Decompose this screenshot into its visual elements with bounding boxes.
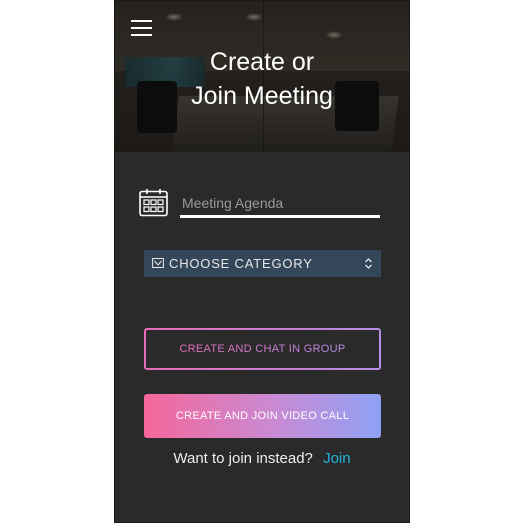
menu-icon[interactable]	[131, 20, 152, 36]
calendar-icon	[139, 189, 168, 217]
join-instead-row: Want to join instead? Join	[115, 450, 409, 468]
create-video-call-label: CREATE AND JOIN VIDEO CALL	[175, 410, 350, 422]
header-background-image: Create or Join Meeting	[115, 1, 409, 152]
agenda-field-row	[139, 188, 384, 218]
category-select-label: CHOOSE CATEGORY	[169, 256, 313, 271]
agenda-underline	[180, 215, 380, 218]
meeting-agenda-input[interactable]	[180, 192, 384, 214]
category-icon	[152, 258, 164, 268]
app-screen: Create or Join Meeting CHOOSE CATEGORY	[114, 0, 410, 523]
updown-chevron-icon	[365, 258, 372, 269]
page-title: Create or Join Meeting	[115, 45, 409, 113]
create-chat-group-button[interactable]: CREATE AND CHAT IN GROUP	[144, 328, 381, 370]
join-prompt-text: Want to join instead?	[173, 450, 313, 467]
create-chat-group-label: CREATE AND CHAT IN GROUP	[179, 343, 346, 355]
title-line-2: Join Meeting	[191, 82, 333, 110]
join-link[interactable]: Join	[323, 450, 351, 467]
create-video-call-button[interactable]: CREATE AND JOIN VIDEO CALL	[144, 394, 381, 438]
title-line-1: Create or	[209, 48, 315, 76]
category-select[interactable]: CHOOSE CATEGORY	[144, 250, 381, 277]
